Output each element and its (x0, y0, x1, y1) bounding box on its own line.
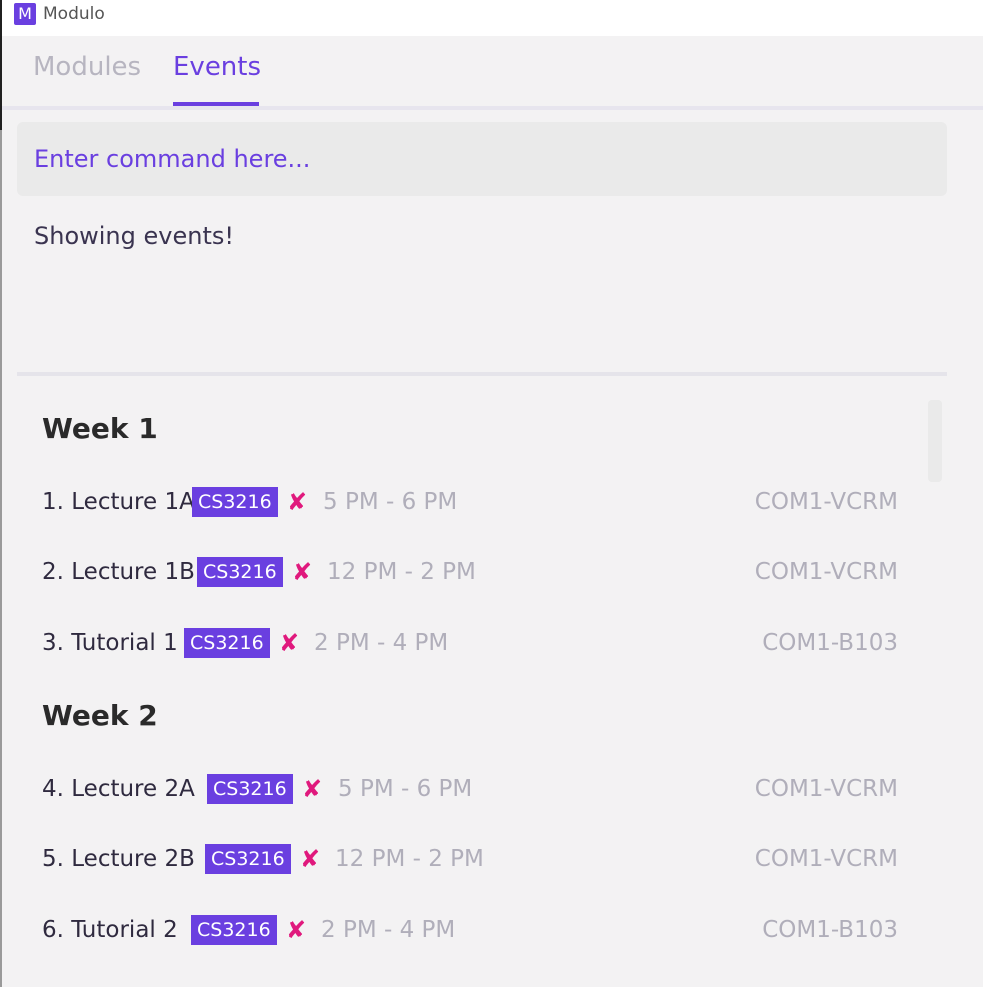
event-name: 6. Tutorial 2 (42, 917, 178, 943)
cross-icon: ✘ (286, 916, 307, 944)
cross-icon: ✘ (300, 845, 321, 873)
event-row[interactable]: 2. Lecture 1B CS3216 ✘ 12 PM - 2 PM COM1… (42, 555, 898, 591)
module-tag: CS3216 (192, 487, 278, 517)
event-location: COM1-B103 (762, 630, 898, 656)
week-heading: Week 2 (42, 699, 158, 732)
event-time: 5 PM - 6 PM (323, 489, 458, 515)
result-message: Showing events! (34, 222, 234, 250)
module-tag: CS3216 (207, 774, 293, 804)
event-row[interactable]: 4. Lecture 2A CS3216 ✘ 5 PM - 6 PM COM1-… (42, 772, 898, 808)
event-row[interactable]: 3. Tutorial 1 CS3216 ✘ 2 PM - 4 PM COM1-… (42, 626, 898, 662)
event-location: COM1-VCRM (754, 489, 898, 515)
event-name: 1. Lecture 1A (42, 489, 195, 515)
event-location: COM1-VCRM (754, 846, 898, 872)
event-location: COM1-VCRM (754, 559, 898, 585)
event-location: COM1-B103 (762, 917, 898, 943)
tab-modules[interactable]: Modules (33, 52, 141, 82)
event-row[interactable]: 6. Tutorial 2 CS3216 ✘ 2 PM - 4 PM COM1-… (42, 913, 898, 949)
event-time: 2 PM - 4 PM (321, 917, 456, 943)
event-location: COM1-VCRM (754, 776, 898, 802)
window-title: Modulo (43, 4, 105, 24)
app-icon: M (14, 3, 36, 25)
tabs-divider (2, 106, 983, 110)
event-row[interactable]: 1. Lecture 1A CS3216 ✘ 5 PM - 6 PM COM1-… (42, 485, 898, 521)
event-time: 2 PM - 4 PM (314, 630, 449, 656)
cross-icon: ✘ (287, 488, 308, 516)
cross-icon: ✘ (292, 558, 313, 586)
window-titlebar: M Modulo (2, 0, 983, 36)
cross-icon: ✘ (302, 775, 323, 803)
event-row[interactable]: 5. Lecture 2B CS3216 ✘ 12 PM - 2 PM COM1… (42, 842, 898, 878)
module-tag: CS3216 (197, 557, 283, 587)
event-time: 12 PM - 2 PM (335, 846, 484, 872)
module-tag: CS3216 (191, 915, 277, 945)
event-time: 12 PM - 2 PM (327, 559, 476, 585)
event-name: 5. Lecture 2B (42, 846, 195, 872)
event-name: 2. Lecture 1B (42, 559, 195, 585)
module-tag: CS3216 (205, 844, 291, 874)
event-name: 3. Tutorial 1 (42, 630, 178, 656)
module-tag: CS3216 (184, 628, 270, 658)
event-list-scrollbar[interactable] (928, 400, 942, 482)
cross-icon: ✘ (279, 629, 300, 657)
command-input[interactable] (17, 122, 947, 196)
event-time: 5 PM - 6 PM (338, 776, 473, 802)
result-divider (17, 372, 947, 376)
event-name: 4. Lecture 2A (42, 776, 195, 802)
tab-events[interactable]: Events (173, 52, 261, 82)
week-heading: Week 1 (42, 412, 158, 445)
main-panel: Modules Events Showing events! Week 1 1.… (2, 36, 983, 987)
